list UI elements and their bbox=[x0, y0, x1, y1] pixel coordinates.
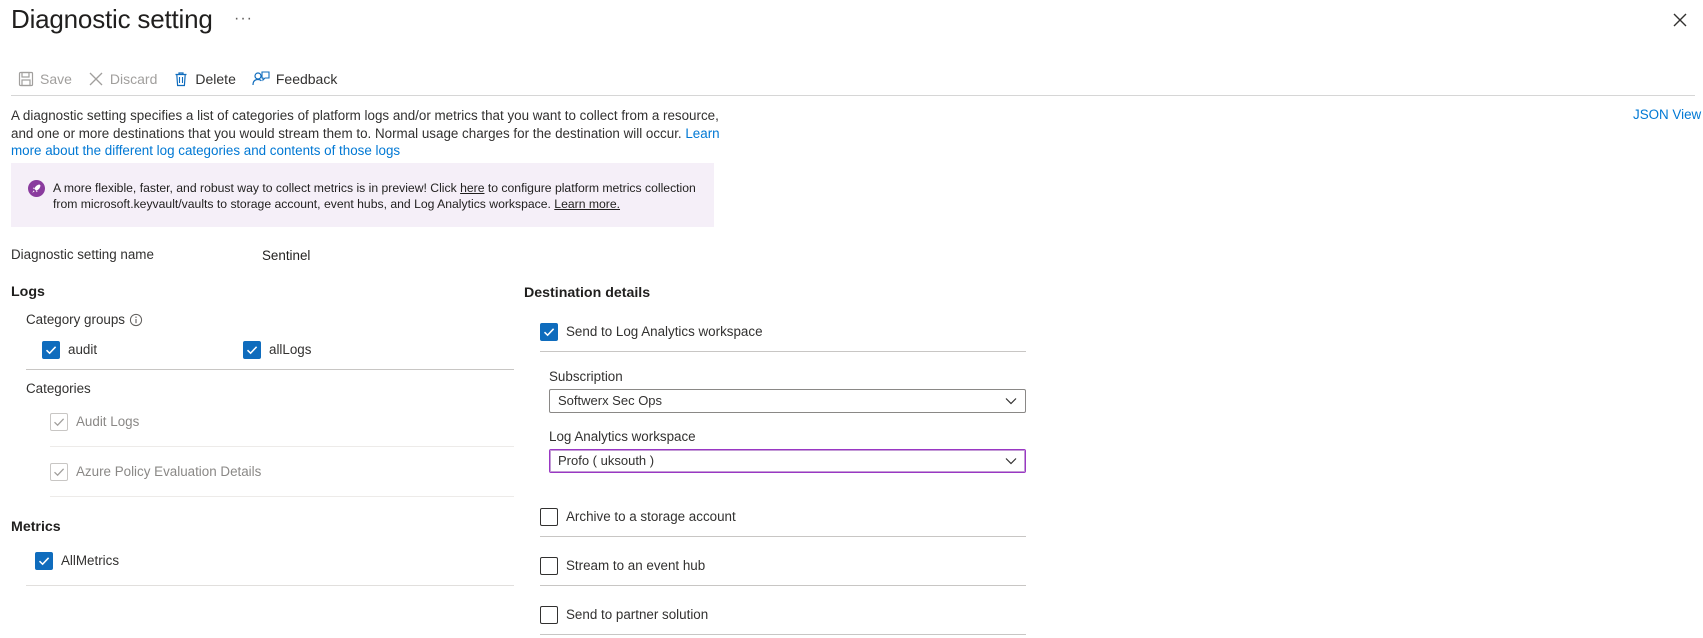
checkmark-icon bbox=[246, 346, 258, 355]
logs-section-title: Logs bbox=[11, 284, 45, 300]
subscription-value: Softwerx Sec Ops bbox=[558, 393, 663, 408]
category-groups-label: Category groups bbox=[26, 312, 125, 327]
event-hub-checkbox[interactable] bbox=[540, 557, 558, 575]
close-icon[interactable] bbox=[1670, 10, 1690, 30]
description-text: A diagnostic setting specifies a list of… bbox=[11, 108, 719, 141]
divider bbox=[50, 446, 514, 447]
allmetrics-label: AllMetrics bbox=[61, 553, 120, 568]
divider bbox=[26, 369, 514, 370]
divider bbox=[540, 585, 1026, 586]
banner-text: A more flexible, faster, and robust way … bbox=[53, 180, 703, 212]
discard-button[interactable]: Discard bbox=[88, 71, 157, 87]
checkmark-icon bbox=[54, 468, 65, 477]
log-analytics-checkbox[interactable] bbox=[540, 323, 558, 341]
divider bbox=[50, 496, 514, 497]
feedback-icon bbox=[252, 71, 270, 86]
divider bbox=[26, 585, 514, 586]
destination-section-title: Destination details bbox=[524, 285, 651, 301]
partner-solution-label: Send to partner solution bbox=[566, 607, 709, 622]
subscription-label: Subscription bbox=[549, 369, 623, 384]
feedback-button[interactable]: Feedback bbox=[252, 70, 337, 88]
partner-solution-checkbox[interactable] bbox=[540, 606, 558, 624]
audit-logs-label: Audit Logs bbox=[76, 414, 140, 429]
rocket-icon bbox=[28, 180, 45, 197]
feedback-label: Feedback bbox=[275, 71, 338, 87]
discard-label: Discard bbox=[109, 71, 158, 87]
discard-icon bbox=[89, 72, 103, 86]
setting-name-label: Diagnostic setting name bbox=[11, 247, 154, 262]
here-link[interactable]: here bbox=[460, 181, 484, 195]
chevron-down-icon bbox=[1005, 398, 1017, 405]
categories-label: Categories bbox=[26, 381, 91, 396]
log-analytics-label: Send to Log Analytics workspace bbox=[566, 324, 763, 339]
save-button[interactable]: Save bbox=[18, 71, 72, 87]
setting-name-value: Sentinel bbox=[262, 248, 311, 263]
workspace-value: Profo ( uksouth ) bbox=[558, 453, 655, 468]
more-options-icon[interactable]: ··· bbox=[234, 10, 253, 28]
toolbar-divider bbox=[11, 95, 1695, 96]
event-hub-label: Stream to an event hub bbox=[566, 558, 706, 573]
save-icon bbox=[18, 71, 34, 87]
delete-button[interactable]: Delete bbox=[173, 71, 236, 87]
audit-label: audit bbox=[68, 342, 98, 357]
command-bar: Save Discard Delete Feedback bbox=[18, 68, 353, 90]
storage-account-checkbox[interactable] bbox=[540, 508, 558, 526]
alllogs-checkbox[interactable] bbox=[243, 341, 261, 359]
alllogs-label: allLogs bbox=[269, 342, 312, 357]
checkmark-icon bbox=[54, 418, 65, 427]
delete-label: Delete bbox=[195, 71, 236, 87]
description: A diagnostic setting specifies a list of… bbox=[11, 107, 721, 160]
divider bbox=[540, 536, 1026, 537]
info-icon[interactable] bbox=[129, 313, 143, 332]
metrics-section-title: Metrics bbox=[11, 519, 61, 535]
policy-evaluation-checkbox[interactable] bbox=[50, 463, 68, 481]
divider bbox=[540, 634, 1026, 635]
subscription-dropdown[interactable]: Softwerx Sec Ops bbox=[549, 389, 1026, 413]
page-title: Diagnostic setting bbox=[11, 4, 213, 34]
checkmark-icon bbox=[543, 328, 555, 337]
audit-checkbox[interactable] bbox=[42, 341, 60, 359]
allmetrics-checkbox[interactable] bbox=[35, 552, 53, 570]
storage-account-label: Archive to a storage account bbox=[566, 509, 736, 524]
checkmark-icon bbox=[45, 346, 57, 355]
banner-text-before: A more flexible, faster, and robust way … bbox=[53, 181, 461, 195]
save-label: Save bbox=[40, 71, 72, 87]
checkmark-icon bbox=[38, 557, 50, 566]
chevron-down-icon bbox=[1005, 458, 1017, 465]
banner-learn-more-link[interactable]: Learn more. bbox=[554, 197, 620, 211]
audit-logs-checkbox[interactable] bbox=[50, 413, 68, 431]
workspace-dropdown[interactable]: Profo ( uksouth ) bbox=[549, 449, 1026, 473]
policy-evaluation-label: Azure Policy Evaluation Details bbox=[76, 464, 262, 479]
json-view-link[interactable]: JSON View bbox=[1633, 107, 1701, 122]
divider bbox=[540, 351, 1026, 352]
workspace-label: Log Analytics workspace bbox=[549, 429, 696, 444]
trash-icon bbox=[175, 72, 187, 87]
